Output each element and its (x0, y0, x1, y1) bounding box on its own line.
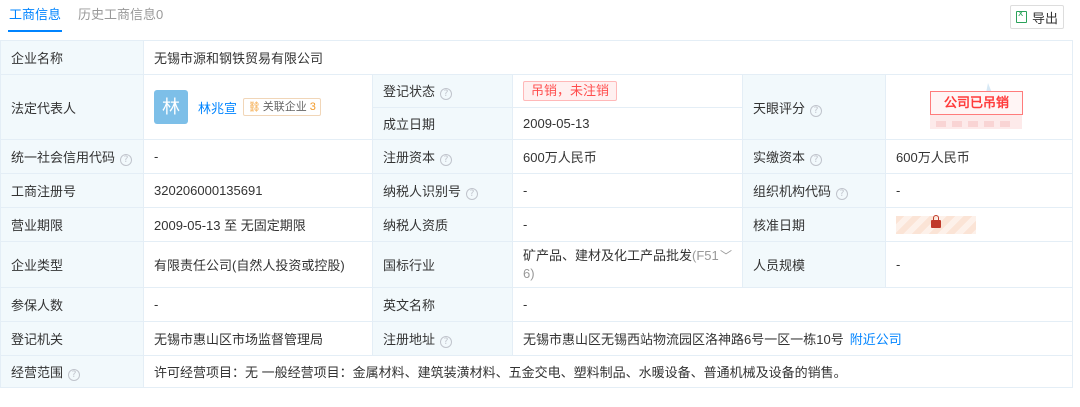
founded-label: 成立日期 (372, 106, 513, 140)
help-icon[interactable]: ? (810, 154, 823, 166)
industry-code-cont: 6) (523, 265, 535, 281)
staff-size-value: - (884, 241, 1074, 288)
table-row: 登记机关 无锡市惠山区市场监督管理局 注册地址? 无锡市惠山区无锡西站物流园区洛… (0, 321, 1074, 356)
lock-icon (931, 214, 941, 228)
help-icon[interactable]: ? (466, 188, 479, 200)
company-name-label: 企业名称 (0, 40, 144, 75)
table-row: 企业类型 有限责任公司(自然人投资或控股) 国标行业 ﹀ 矿产品、建材及化工产品… (0, 241, 1074, 288)
business-info-table: 企业名称 无锡市源和钢铁贸易有限公司 法定代表人 林林兆宣 ⛓ 关联企业 3 登记状… (0, 40, 1074, 388)
business-term-value: 2009-05-13 至 无固定期限 (143, 207, 373, 242)
staff-size-label: 人员规模 (742, 241, 886, 288)
tab-business-info[interactable]: 工商信息 (8, 0, 63, 32)
taxpayer-qual-label: 纳税人资质 (372, 207, 513, 242)
locked-content[interactable] (896, 214, 976, 234)
table-row: 工商注册号 320206000135691 纳税人识别号? - 组织机构代码? … (0, 173, 1074, 208)
english-name-value: - (511, 287, 1074, 322)
company-name-value: 无锡市源和钢铁贸易有限公司 (142, 40, 1074, 75)
help-icon[interactable]: ? (440, 88, 453, 101)
reg-status-cell: 吊销，未注销 (512, 74, 743, 108)
industry-code: (F51 (692, 247, 719, 263)
taxpayer-id-value: - (512, 173, 743, 208)
help-icon[interactable]: ? (810, 104, 823, 117)
taxpayer-id-label: 纳税人识别号? (372, 173, 513, 208)
excel-icon (1015, 9, 1027, 23)
scope-value: 许可经营项目：无 一般经营项目：金属材料、建筑装潢材料、五金交电、塑料制品、水暖… (142, 355, 1074, 388)
credit-code-value: - (143, 139, 373, 174)
org-code-value: - (884, 173, 1074, 208)
export-label: 导出 (1031, 10, 1058, 26)
nearby-companies-link[interactable]: 附近公司 (850, 332, 902, 347)
help-icon[interactable]: ? (440, 336, 453, 348)
table-row: 参保人数 - 英文名称 - (0, 287, 1074, 322)
approval-date-cell (884, 207, 1074, 242)
reg-number-label: 工商注册号 (0, 173, 144, 208)
paid-capital-value: 600万人民币 (884, 139, 1074, 174)
tianyan-score-cell: 公司已吊销 (884, 74, 1074, 140)
industry-cell[interactable]: ﹀ 矿产品、建材及化工产品批发(F51 6) (512, 241, 743, 288)
scope-label: 经营范围? (0, 355, 144, 388)
approval-date-label: 核准日期 (742, 207, 886, 242)
help-icon[interactable]: ? (120, 154, 133, 166)
related-companies-badge[interactable]: ⛓ 关联企业 3 (243, 98, 321, 116)
business-term-label: 营业期限 (0, 207, 144, 242)
help-icon[interactable]: ? (68, 369, 81, 381)
industry-label: 国标行业 (372, 241, 513, 288)
tianyan-score-label: 天眼评分? (742, 74, 886, 140)
tab-bar: 工商信息 历史工商信息0 (8, 0, 179, 32)
reg-authority-label: 登记机关 (0, 321, 144, 356)
insured-label: 参保人数 (0, 287, 144, 322)
founded-value: 2009-05-13 (512, 106, 743, 140)
help-icon[interactable]: ? (440, 154, 453, 166)
company-type-label: 企业类型 (0, 241, 144, 288)
reg-authority-value: 无锡市惠山区市场监督管理局 (143, 321, 373, 356)
paid-capital-label: 实缴资本? (742, 139, 886, 174)
reg-address-value: 无锡市惠山区无锡西站物流园区洛神路6号一区一栋10号 (523, 332, 844, 347)
credit-code-label: 统一社会信用代码? (0, 139, 144, 174)
table-row: 营业期限 2009-05-13 至 无固定期限 纳税人资质 - 核准日期 (0, 207, 1074, 242)
reg-address-label: 注册地址? (372, 321, 513, 356)
reg-capital-value: 600万人民币 (512, 139, 743, 174)
table-row: 企业名称 无锡市源和钢铁贸易有限公司 (0, 40, 1074, 75)
avatar: 林 (154, 90, 188, 124)
legal-rep-cell: 林林兆宣 ⛓ 关联企业 3 (143, 74, 373, 140)
related-company-icon: ⛓ (248, 102, 261, 113)
tab-history-business-info[interactable]: 历史工商信息0 (78, 0, 163, 32)
org-code-label: 组织机构代码? (742, 173, 886, 208)
table-row: 法定代表人 林林兆宣 ⛓ 关联企业 3 登记状态? 吊销，未注销 天眼评分? 公司已… (0, 74, 1074, 140)
status-badge: 吊销，未注销 (523, 80, 618, 101)
legal-rep-label: 法定代表人 (0, 74, 144, 140)
export-button[interactable]: 导出 (1010, 5, 1064, 29)
english-name-label: 英文名称 (372, 287, 513, 322)
reg-address-cell: 无锡市惠山区无锡西站物流园区洛神路6号一区一栋10号 附近公司 (511, 321, 1074, 356)
table-row: 经营范围? 许可经营项目：无 一般经营项目：金属材料、建筑装潢材料、五金交电、塑… (0, 355, 1074, 388)
company-type-value: 有限责任公司(自然人投资或控股) (143, 241, 373, 288)
reg-number-value: 320206000135691 (143, 173, 373, 208)
score-status-tag: 公司已吊销 (930, 91, 1023, 115)
legal-rep-name-link[interactable]: 林兆宣 (198, 101, 237, 116)
reg-status-label: 登记状态? (372, 74, 513, 108)
industry-value: 矿产品、建材及化工产品批发 (523, 247, 693, 263)
reg-capital-label: 注册资本? (372, 139, 513, 174)
chevron-down-icon[interactable]: ﹀ (720, 247, 732, 265)
taxpayer-qual-value: - (512, 207, 743, 242)
table-row: 统一社会信用代码? - 注册资本? 600万人民币 实缴资本? 600万人民币 (0, 139, 1074, 174)
help-icon[interactable]: ? (836, 188, 849, 200)
insured-value: - (143, 287, 373, 322)
